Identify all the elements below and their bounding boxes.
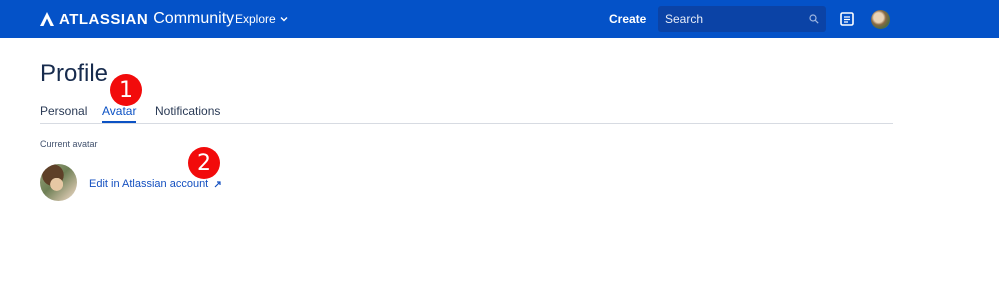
atlassian-logo-icon <box>40 12 54 26</box>
current-avatar-label: Current avatar <box>40 139 98 149</box>
edit-in-atlassian-account-link[interactable]: Edit in Atlassian account <box>89 178 221 190</box>
profile-tabs: Personal Avatar Notifications <box>40 104 893 124</box>
search-box <box>658 6 826 32</box>
tab-personal[interactable]: Personal <box>40 104 87 118</box>
external-link-icon <box>214 180 221 187</box>
tab-avatar[interactable]: Avatar <box>102 104 137 123</box>
page-title: Profile <box>40 60 109 87</box>
create-button[interactable]: Create <box>609 12 646 26</box>
atlassian-community-logo[interactable]: ATLASSIAN Community <box>40 10 234 28</box>
chevron-down-icon <box>280 17 288 22</box>
explore-label: Explore <box>235 12 276 26</box>
notifications-icon[interactable] <box>840 12 854 26</box>
edit-link-label: Edit in Atlassian account <box>89 178 209 190</box>
user-avatar[interactable] <box>871 10 890 29</box>
brand-name: ATLASSIAN <box>59 10 149 28</box>
community-label: Community <box>153 10 235 27</box>
top-navigation-bar: ATLASSIAN Community Explore Create <box>0 0 999 38</box>
search-input[interactable] <box>658 6 798 32</box>
search-icon[interactable] <box>809 14 819 24</box>
annotation-badge-2: 2 <box>188 147 220 179</box>
annotation-badge-1: 1 <box>110 74 142 106</box>
explore-menu[interactable]: Explore <box>235 12 288 26</box>
tab-notifications[interactable]: Notifications <box>155 104 220 118</box>
current-avatar-image <box>40 164 77 201</box>
